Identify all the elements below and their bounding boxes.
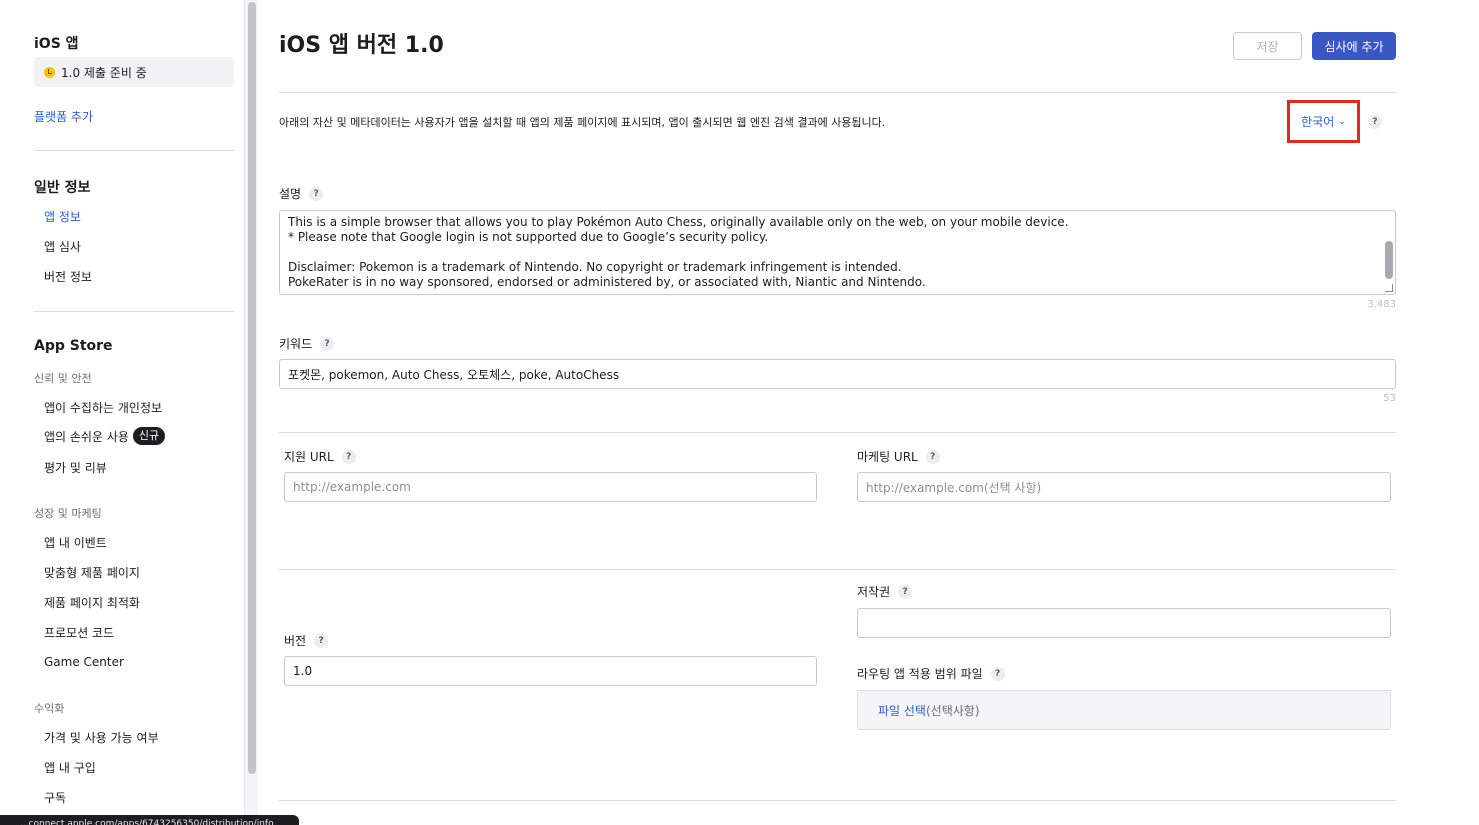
- chevron-down-icon: ⌄: [1338, 116, 1346, 127]
- keywords-label: 키워드 ?: [279, 335, 335, 352]
- resize-handle-icon[interactable]: [1385, 284, 1393, 292]
- section-divider: [279, 569, 1396, 570]
- sidebar-item-app-info[interactable]: 앱 정보: [44, 208, 81, 225]
- routing-file-dropzone[interactable]: 파일 선택 (선택사항): [857, 690, 1391, 730]
- monetize-subsection-title: 수익화: [34, 702, 65, 715]
- copyright-label: 저작권 ?: [857, 583, 913, 600]
- sidebar-item-accessibility[interactable]: 앱의 손쉬운 사용 신규: [44, 427, 166, 445]
- marketing-url-input[interactable]: http://example.com(선택 사항): [857, 472, 1391, 502]
- copyright-input[interactable]: [857, 608, 1391, 638]
- copyright-label-text: 저작권: [857, 585, 891, 599]
- section-divider: [279, 432, 1396, 433]
- marketing-url-label-text: 마케팅 URL: [857, 450, 918, 464]
- description-line: This is a simple browser that allows you…: [288, 215, 1069, 229]
- keywords-label-text: 키워드: [279, 337, 313, 351]
- version-input[interactable]: 1.0: [284, 656, 817, 686]
- support-url-label: 지원 URL ?: [284, 448, 356, 465]
- add-platform-link[interactable]: 플랫폼 추가: [34, 108, 93, 125]
- sidebar-scrollbar[interactable]: [244, 0, 258, 825]
- sidebar-item-label: 앱의 손쉬운 사용: [44, 429, 129, 444]
- textarea-scrollbar-thumb[interactable]: [1385, 241, 1393, 279]
- sidebar-item-app-review[interactable]: 앱 심사: [44, 238, 81, 255]
- sidebar-item-custom-product-pages[interactable]: 맞춤형 제품 페이지: [44, 564, 140, 581]
- description-char-counter: 3,483: [1367, 299, 1396, 310]
- intro-text: 아래의 자산 및 메타데이터는 사용자가 앱을 설치할 때 앱의 제품 페이지에…: [279, 116, 886, 129]
- new-badge: 신규: [132, 427, 166, 445]
- help-icon[interactable]: ?: [898, 584, 913, 599]
- sidebar-item-pricing[interactable]: 가격 및 사용 가능 여부: [44, 729, 159, 746]
- sidebar-divider: [34, 150, 234, 151]
- sidebar-item-version-info[interactable]: 버전 정보: [44, 268, 92, 285]
- help-icon[interactable]: ?: [990, 666, 1005, 681]
- optional-hint: (선택사항): [925, 703, 980, 718]
- description-textarea[interactable]: This is a simple browser that allows you…: [279, 210, 1396, 295]
- appstore-section-title: App Store: [34, 338, 113, 354]
- keywords-input[interactable]: 포켓몬, pokemon, Auto Chess, 오토체스, poke, Au…: [279, 359, 1396, 389]
- trust-subsection-title: 신뢰 및 안전: [34, 372, 92, 385]
- main-content: iOS 앱 버전 1.0 저장 심사에 추가 아래의 자산 및 메타데이터는 사…: [279, 0, 1396, 825]
- section-divider: [279, 800, 1396, 801]
- save-button[interactable]: 저장: [1233, 32, 1302, 60]
- routing-file-label: 라우팅 앱 적용 범위 파일 ?: [857, 665, 1005, 682]
- description-line: Disclaimer: Pokemon is a trademark of Ni…: [288, 260, 902, 274]
- status-item[interactable]: 1.0 제출 준비 중: [34, 57, 234, 87]
- platform-title: iOS 앱: [34, 36, 79, 52]
- keywords-char-counter: 53: [1383, 393, 1396, 404]
- status-pending-icon: [44, 66, 55, 78]
- version-label-text: 버전: [284, 634, 307, 648]
- sidebar-item-in-app-purchases[interactable]: 앱 내 구입: [44, 759, 96, 776]
- help-icon[interactable]: ?: [314, 633, 329, 648]
- sidebar-item-ratings[interactable]: 평가 및 리뷰: [44, 459, 107, 476]
- sidebar-item-in-app-events[interactable]: 앱 내 이벤트: [44, 534, 107, 551]
- language-select[interactable]: 한국어 ⌄: [1287, 100, 1360, 143]
- growth-subsection-title: 성장 및 마케팅: [34, 507, 102, 520]
- description-label: 설명 ?: [279, 185, 324, 202]
- sidebar-item-subscriptions[interactable]: 구독: [44, 789, 66, 806]
- add-for-review-button[interactable]: 심사에 추가: [1312, 32, 1396, 60]
- sidebar-item-privacy[interactable]: 앱이 수집하는 개인정보: [44, 399, 162, 416]
- sidebar-scrollbar-thumb[interactable]: [248, 2, 256, 774]
- help-icon[interactable]: ?: [341, 449, 356, 464]
- version-label: 버전 ?: [284, 632, 329, 649]
- language-label: 한국어: [1301, 115, 1335, 129]
- general-section-title: 일반 정보: [34, 180, 91, 196]
- sidebar-divider: [34, 311, 234, 312]
- description-label-text: 설명: [279, 187, 302, 201]
- status-label: 1.0 제출 준비 중: [61, 65, 147, 80]
- sidebar-item-game-center[interactable]: Game Center: [44, 655, 124, 669]
- description-line: * Please note that Google login is not s…: [288, 230, 769, 244]
- help-icon[interactable]: ?: [925, 449, 940, 464]
- description-line: PokeRater is in no way sponsored, endors…: [288, 275, 926, 289]
- textarea-scrollbar[interactable]: [1385, 215, 1393, 291]
- support-url-label-text: 지원 URL: [284, 450, 334, 464]
- sidebar-item-product-page-optimization[interactable]: 제품 페이지 최적화: [44, 594, 140, 611]
- support-url-input[interactable]: http://example.com: [284, 472, 817, 502]
- sidebar: iOS 앱 1.0 제출 준비 중 플랫폼 추가 일반 정보 앱 정보 앱 심사…: [0, 0, 244, 825]
- status-bar-url: ...connect.apple.com/apps/6743256350/dis…: [0, 815, 299, 825]
- choose-file-link[interactable]: 파일 선택: [878, 702, 926, 719]
- help-icon[interactable]: ?: [309, 186, 324, 201]
- sidebar-item-promo-codes[interactable]: 프로모션 코드: [44, 624, 114, 641]
- routing-file-label-text: 라우팅 앱 적용 범위 파일: [857, 667, 983, 681]
- help-icon[interactable]: ?: [1368, 115, 1382, 129]
- marketing-url-label: 마케팅 URL ?: [857, 448, 940, 465]
- help-icon[interactable]: ?: [320, 336, 335, 351]
- section-divider: [279, 92, 1396, 93]
- description-line: [288, 245, 1387, 260]
- page-title: iOS 앱 버전 1.0: [279, 33, 444, 58]
